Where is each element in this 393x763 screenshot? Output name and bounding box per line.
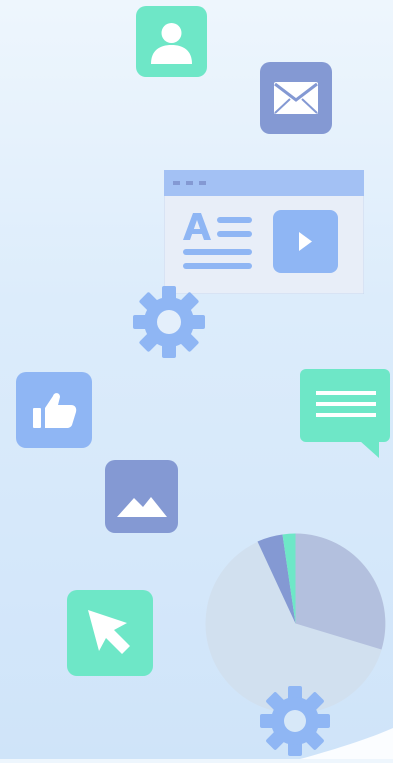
- image-mountain-icon: [105, 460, 178, 533]
- content-window-icon: [163, 169, 365, 295]
- mail-envelope-icon: [260, 62, 332, 134]
- gear-icon: [258, 684, 332, 758]
- gear-icon: [131, 284, 207, 360]
- user-profile-icon: [136, 6, 207, 77]
- cursor-pointer-icon: [67, 590, 153, 676]
- thumbs-up-icon: [16, 372, 92, 448]
- chat-message-icon: [300, 369, 391, 459]
